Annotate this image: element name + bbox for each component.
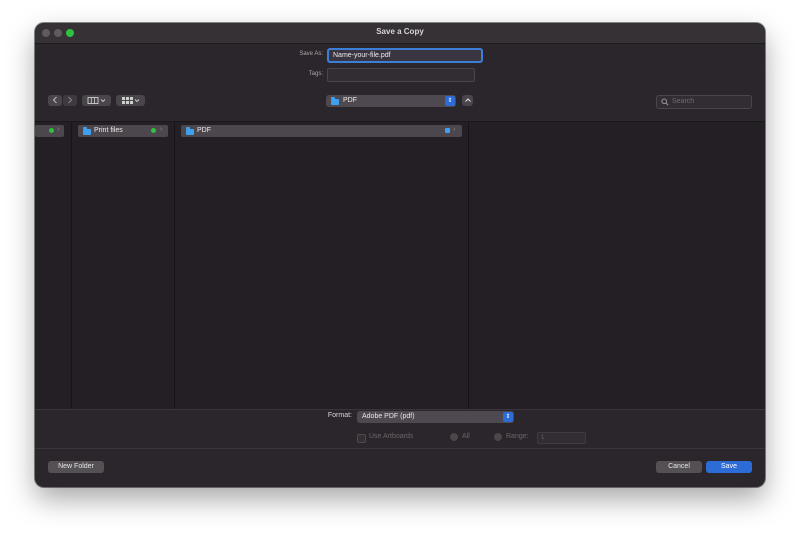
chevron-up-icon [464, 98, 471, 102]
grid-view-icon [121, 97, 139, 104]
search-placeholder: Search [672, 98, 695, 105]
group-view-button[interactable] [116, 95, 145, 106]
column-divider[interactable] [71, 122, 72, 409]
save-button[interactable]: Save [706, 461, 752, 473]
title-bar: Save a Copy [35, 23, 765, 44]
range-radio[interactable] [494, 433, 502, 441]
location-label: PDF [343, 97, 357, 104]
column-view-button[interactable] [82, 95, 111, 106]
browser-row-print-files[interactable]: Print files › [78, 125, 168, 137]
green-tag-icon [151, 128, 156, 133]
browser-row-pdf[interactable]: PDF › [181, 125, 462, 137]
folder-icon [186, 127, 194, 135]
format-label: Format: [327, 412, 352, 419]
window-title: Save a Copy [376, 27, 424, 36]
green-tag-icon [49, 128, 54, 133]
save-as-label: Save As: [299, 51, 323, 57]
folder-icon [331, 97, 339, 105]
file-browser: › Print files › PDF › [35, 121, 765, 410]
chevron-left-icon [52, 96, 57, 104]
browser-row-parent[interactable]: › [35, 125, 64, 137]
updown-chevron-icon: ⇕ [503, 412, 513, 422]
chevron-right-icon: › [57, 126, 60, 133]
search-field[interactable]: Search [656, 95, 752, 109]
location-popup[interactable]: PDF ⇕ [326, 95, 456, 107]
chevron-right-icon: › [453, 126, 456, 133]
cloud-status-icon [445, 128, 450, 133]
search-icon [661, 98, 669, 106]
use-artboards-label: Use Artboards [369, 433, 414, 440]
tags-label: Tags: [308, 71, 323, 77]
save-dialog: Save a Copy Save As: Name-your-file.pdf … [35, 23, 765, 487]
chevron-right-icon: › [160, 126, 163, 133]
format-value: Adobe PDF (pdf) [362, 413, 415, 420]
format-popup[interactable]: Adobe PDF (pdf) ⇕ [357, 411, 514, 423]
tags-input[interactable] [327, 68, 475, 82]
chevron-right-icon [68, 96, 73, 104]
folder-icon [83, 127, 91, 135]
use-artboards-checkbox[interactable] [357, 434, 366, 443]
row-label: Print files [94, 127, 123, 134]
all-label: All [462, 433, 470, 440]
back-button[interactable] [48, 95, 62, 106]
row-label: PDF [197, 127, 211, 134]
collapse-button[interactable] [462, 95, 473, 106]
range-label: Range: [506, 433, 529, 440]
footer-divider [35, 448, 765, 449]
cancel-button[interactable]: Cancel [656, 461, 702, 473]
range-input[interactable]: 1 [537, 432, 586, 444]
columns-view-icon [87, 97, 105, 104]
column-divider[interactable] [174, 122, 175, 409]
all-radio[interactable] [450, 433, 458, 441]
new-folder-button[interactable]: New Folder [48, 461, 104, 473]
save-as-input[interactable]: Name-your-file.pdf [327, 48, 483, 63]
column-divider[interactable] [468, 122, 469, 409]
forward-button[interactable] [63, 95, 77, 106]
updown-chevron-icon: ⇕ [445, 96, 455, 106]
